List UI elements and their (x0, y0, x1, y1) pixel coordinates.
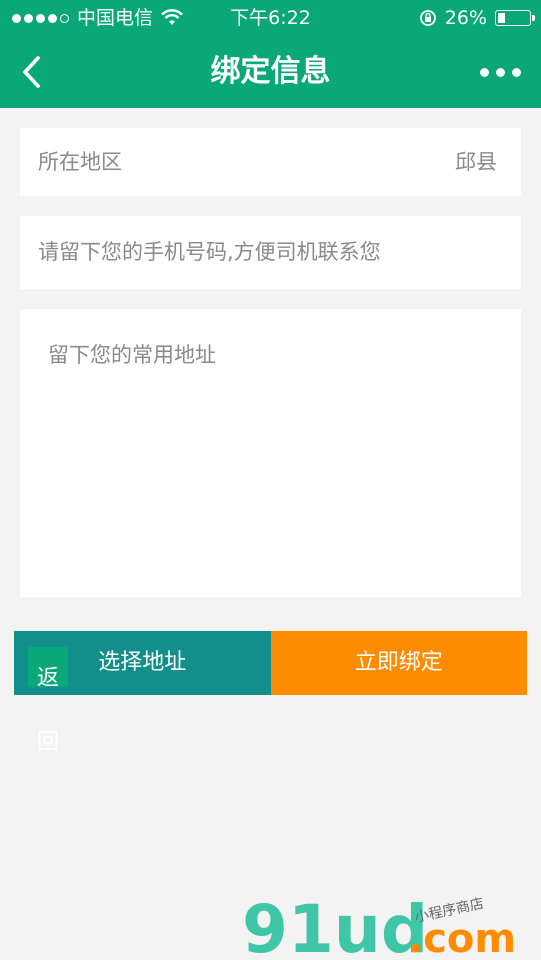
battery-percent: 26% (444, 7, 487, 29)
more-dots-icon[interactable] (480, 60, 521, 84)
status-bar: 中国电信 下午6:22 26% (0, 0, 541, 36)
region-row[interactable]: 所在地区 邱县 (20, 128, 521, 196)
page-title: 绑定信息 (210, 54, 331, 89)
address-textarea[interactable]: 留下您的常用地址 (20, 309, 521, 597)
battery-icon (495, 10, 535, 26)
action-buttons: 选择地址 立即绑定 返回 (14, 631, 527, 755)
address-placeholder: 留下您的常用地址 (48, 343, 216, 367)
rotation-lock-icon (419, 10, 436, 26)
status-right: 26% (419, 0, 535, 36)
watermark-logo: 91ud .com 小程序商店 (242, 891, 516, 960)
phone-placeholder: 请留下您的手机号码,方便司机联系您 (38, 240, 381, 264)
header: 中国电信 下午6:22 26% 绑定信息 (0, 0, 541, 108)
watermark-brand: 91ud (242, 891, 428, 960)
phone-input[interactable]: 请留下您的手机号码,方便司机联系您 (20, 216, 521, 289)
region-value: 邱县 (455, 150, 497, 174)
nav-bar: 绑定信息 (0, 36, 541, 108)
bind-now-button[interactable]: 立即绑定 (270, 631, 527, 695)
region-label: 所在地区 (38, 150, 122, 174)
back-button[interactable]: 返回 (28, 647, 68, 755)
